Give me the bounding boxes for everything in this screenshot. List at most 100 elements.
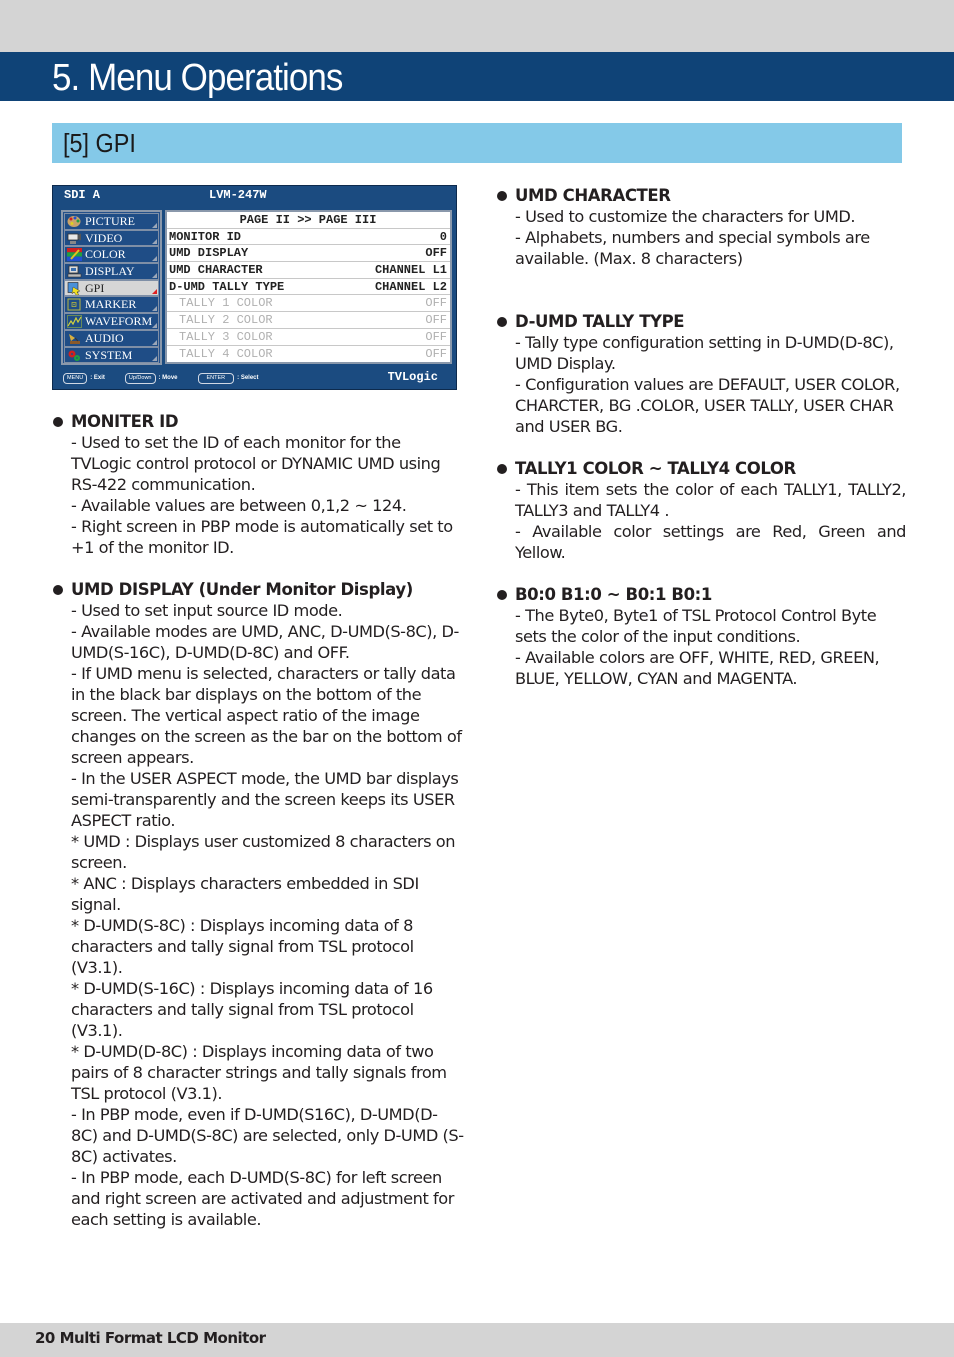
bullet-icon bbox=[497, 590, 507, 600]
topic-line: - In PBP mode, even if D-UMD(S16C), D-UM… bbox=[71, 1105, 464, 1166]
left-text-column: MONITER ID - Used to set the ID of each … bbox=[52, 411, 464, 1251]
topic-line: - In PBP mode, each D-UMD(S-8C) for left… bbox=[71, 1168, 454, 1229]
topic-heading: UMD CHARACTER bbox=[515, 186, 671, 205]
top-gray-strip bbox=[0, 0, 954, 52]
corner-marker bbox=[152, 306, 157, 312]
section-title-bar: [5] GPI bbox=[52, 123, 902, 163]
topic-line: - Available modes are UMD, ANC, D-UMD(S-… bbox=[71, 622, 459, 662]
osd-menu-label: AUDIO bbox=[85, 330, 124, 345]
osd-row-tally-3-color: TALLY 3 COLOR OFF bbox=[167, 329, 450, 346]
right-text-column: UMD CHARACTER - Used to customize the ch… bbox=[496, 185, 906, 710]
osd-menu-label: MARKER bbox=[85, 297, 137, 312]
osd-row-umd-character: UMD CHARACTER CHANNEL L1 bbox=[167, 262, 450, 279]
topic-line: - Configuration values are DEFAULT, USER… bbox=[515, 375, 900, 436]
topic-line: - Alphabets, numbers and special symbols… bbox=[515, 228, 870, 268]
osd-row-d-umd-tally-type: D-UMD TALLY TYPE CHANNEL L2 bbox=[167, 279, 450, 296]
corner-marker bbox=[152, 339, 157, 345]
osd-menu-item-picture: PICTURE bbox=[64, 213, 159, 230]
osd-settings-panel: PAGE II >> PAGE III MONITOR ID 0 UMD DIS… bbox=[165, 210, 452, 364]
topic-d-umd-tally-type: D-UMD TALLY TYPE - Tally type configurat… bbox=[496, 311, 906, 437]
osd-row-label: TALLY 1 COLOR bbox=[179, 296, 273, 311]
topic-line: * D-UMD(S-8C) : Displays incoming data o… bbox=[71, 916, 414, 977]
osd-row-value: CHANNEL L1 bbox=[374, 262, 447, 277]
page-footer: 20 Multi Format LCD Monitor bbox=[0, 1323, 954, 1357]
enter-key-action: : Select bbox=[237, 375, 259, 381]
osd-menu-label: PICTURE bbox=[85, 214, 136, 228]
topic-line: - The Byte0, Byte1 of TSL Protocol Contr… bbox=[515, 606, 877, 646]
osd-row-value: CHANNEL L2 bbox=[374, 279, 447, 294]
topic-umd-character: UMD CHARACTER - Used to customize the ch… bbox=[496, 185, 906, 269]
topic-tally-color: TALLY1 COLOR ~ TALLY4 COLOR - This item … bbox=[496, 458, 906, 563]
page-indicator: PAGE II >> PAGE III bbox=[239, 212, 377, 227]
osd-menu-item-gpi: GPI bbox=[64, 279, 159, 297]
topic-line: * ANC : Displays characters embedded in … bbox=[71, 874, 419, 914]
topic-line: - Available values are between 0,1,2 ~ 1… bbox=[71, 496, 407, 515]
updown-key-action: : Move bbox=[158, 375, 178, 381]
osd-menu-label: DISPLAY bbox=[85, 264, 135, 279]
topic-line: - This item sets the color of each TALLY… bbox=[515, 480, 906, 520]
corner-marker bbox=[152, 322, 157, 328]
menu-key-badge: MENU bbox=[63, 372, 88, 384]
topic-line: - Available color settings are Red, Gree… bbox=[515, 522, 906, 562]
bullet-icon bbox=[53, 417, 63, 427]
osd-row-umd-display: UMD DISPLAY OFF bbox=[167, 245, 450, 263]
enter-key-badge: ENTER bbox=[197, 372, 235, 384]
topic-heading: D-UMD TALLY TYPE bbox=[515, 312, 685, 331]
corner-marker bbox=[152, 272, 157, 278]
gpi-hand-icon bbox=[67, 281, 82, 295]
color-bars-icon bbox=[67, 248, 82, 262]
osd-panel-header: PAGE II >> PAGE III bbox=[167, 212, 450, 229]
osd-menu-item-color: COLOR bbox=[64, 246, 159, 264]
osd-menu-item-marker: MARKER bbox=[64, 296, 159, 314]
bullet-icon bbox=[497, 317, 507, 327]
topic-heading: B0:0 B1:0 ~ B0:1 B0:1 bbox=[515, 585, 712, 604]
osd-menu-item-display: DISPLAY bbox=[64, 263, 159, 280]
gramophone-icon bbox=[67, 332, 82, 345]
osd-row-value: OFF bbox=[425, 329, 447, 344]
topic-umd-display: UMD DISPLAY (Under Monitor Display) - Us… bbox=[52, 579, 464, 1230]
topic-line: - Tally type configuration setting in D-… bbox=[515, 333, 894, 373]
osd-row-tally-1-color: TALLY 1 COLOR OFF bbox=[167, 295, 450, 313]
bullet-icon bbox=[497, 464, 507, 474]
topic-monitor-id: MONITER ID - Used to set the ID of each … bbox=[52, 411, 464, 558]
corner-marker bbox=[152, 289, 157, 295]
osd-menu-label: SYSTEM bbox=[85, 347, 133, 362]
osd-brand-logo: TVLogic bbox=[387, 370, 438, 384]
section-title: [5] GPI bbox=[63, 128, 136, 158]
topic-line: - If UMD menu is selected, characters or… bbox=[71, 664, 462, 767]
osd-row-label: TALLY 3 COLOR bbox=[179, 329, 273, 344]
menu-key-action: : Exit bbox=[90, 375, 105, 381]
osd-row-value: OFF bbox=[425, 296, 447, 311]
osd-row-label: TALLY 2 COLOR bbox=[179, 312, 273, 327]
osd-row-tally-2-color: TALLY 2 COLOR OFF bbox=[167, 312, 450, 329]
topic-heading: UMD DISPLAY (Under Monitor Display) bbox=[71, 580, 413, 599]
display-icon bbox=[67, 265, 82, 278]
osd-model-name: LVM-247W bbox=[209, 188, 267, 202]
osd-menu-item-waveform: WAVEFORM bbox=[64, 313, 159, 330]
topic-heading: MONITER ID bbox=[71, 412, 179, 431]
osd-row-label: MONITOR ID bbox=[169, 229, 242, 244]
osd-row-tally-4-color: TALLY 4 COLOR OFF bbox=[167, 346, 450, 363]
osd-menu-item-audio: AUDIO bbox=[64, 329, 159, 347]
osd-row-value: 0 bbox=[439, 229, 447, 244]
osd-menu-label: WAVEFORM bbox=[85, 314, 153, 329]
corner-marker bbox=[152, 222, 157, 228]
bullet-icon bbox=[497, 191, 507, 201]
chapter-title: 5. Menu Operations bbox=[52, 57, 343, 99]
osd-row-label: UMD DISPLAY bbox=[169, 246, 249, 261]
corner-marker bbox=[152, 356, 157, 362]
topic-line: * UMD : Displays user customized 8 chara… bbox=[71, 832, 456, 872]
osd-menu-item-video: VIDEO bbox=[64, 229, 159, 247]
osd-row-label: D-UMD TALLY TYPE bbox=[169, 279, 285, 294]
osd-menu-label: VIDEO bbox=[85, 230, 123, 245]
footer-text: 20 Multi Format LCD Monitor bbox=[35, 1329, 266, 1347]
topic-line: * D-UMD(D-8C) : Displays incoming data o… bbox=[71, 1042, 447, 1103]
osd-menu-screenshot: SDI A LVM-247W PICTURE VIDEO COLOR DISPL… bbox=[52, 185, 457, 390]
marker-icon bbox=[67, 298, 82, 311]
corner-marker bbox=[152, 239, 157, 245]
topic-line: - Used to set input source ID mode. bbox=[71, 601, 343, 620]
waveform-icon bbox=[67, 315, 82, 329]
osd-row-value: OFF bbox=[425, 346, 447, 361]
palette-icon bbox=[67, 215, 82, 228]
topic-line: - Right screen in PBP mode is automatica… bbox=[71, 517, 453, 557]
